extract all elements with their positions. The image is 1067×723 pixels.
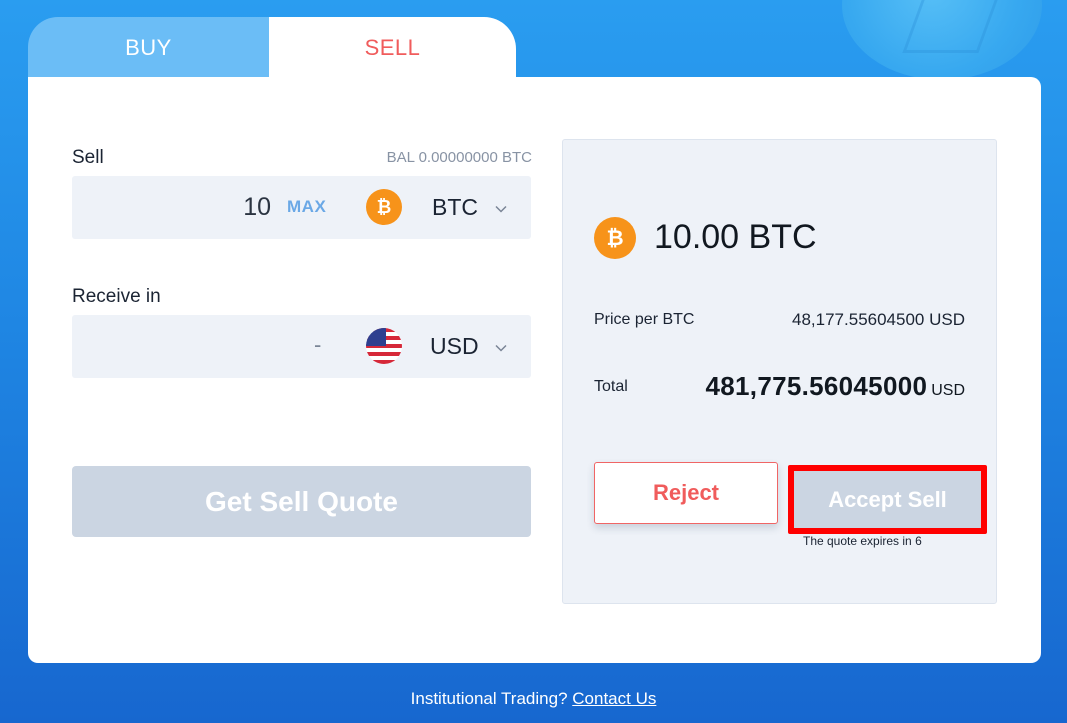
receive-field-label: Receive in xyxy=(72,286,161,307)
contact-us-link[interactable]: Contact Us xyxy=(572,689,656,708)
quote-amount: 10.00 BTC xyxy=(654,218,817,256)
reject-button[interactable]: Reject xyxy=(594,462,778,524)
sell-amount-value[interactable]: 10 xyxy=(243,193,271,222)
footer: Institutional Trading? Contact Us xyxy=(0,689,1067,709)
quote-panel: ₿ 10.00 BTC Price per BTC 48,177.5560450… xyxy=(562,139,997,604)
total-label: Total xyxy=(594,378,628,395)
total-amount: 481,775.56045000 xyxy=(705,371,928,401)
total-currency: USD xyxy=(931,382,965,399)
footer-text: Institutional Trading? xyxy=(410,689,568,708)
receive-currency-label[interactable]: USD xyxy=(430,333,479,360)
max-button[interactable]: MAX xyxy=(287,197,326,217)
svg-text:₿: ₿ xyxy=(606,226,623,250)
price-per-btc-label: Price per BTC xyxy=(594,311,695,328)
quote-expiry-text: The quote expires in 6 xyxy=(803,534,922,548)
balance-text: BAL 0.00000000 BTC xyxy=(386,149,532,166)
accept-sell-button[interactable]: Accept Sell xyxy=(788,465,987,534)
chevron-down-icon[interactable] xyxy=(495,203,507,215)
flag-canton xyxy=(366,328,386,346)
tab-buy[interactable]: BUY xyxy=(28,17,269,79)
svg-text:₿: ₿ xyxy=(377,197,392,218)
sell-amount-field[interactable]: 10 MAX ₿ BTC xyxy=(72,176,531,239)
price-per-btc-value: 48,177.55604500 USD xyxy=(792,310,965,329)
tab-sell[interactable]: SELL xyxy=(269,17,516,79)
get-sell-quote-button[interactable]: Get Sell Quote xyxy=(72,466,531,537)
sell-field-label: Sell xyxy=(72,147,104,168)
us-flag-icon xyxy=(366,328,402,364)
total-value: 481,775.56045000 USD xyxy=(706,371,965,402)
chevron-down-icon[interactable] xyxy=(495,342,507,354)
tab-sell-label: SELL xyxy=(364,35,421,60)
bitcoin-icon: ₿ xyxy=(594,217,636,259)
trade-card: Sell BAL 0.00000000 BTC 10 MAX ₿ BTC Rec… xyxy=(28,77,1041,663)
receive-amount-value: - xyxy=(314,332,322,357)
tab-buy-label: BUY xyxy=(125,35,172,60)
sell-currency-label[interactable]: BTC xyxy=(432,194,478,221)
receive-amount-field[interactable]: - USD xyxy=(72,315,531,378)
bitcoin-icon: ₿ xyxy=(366,189,402,225)
